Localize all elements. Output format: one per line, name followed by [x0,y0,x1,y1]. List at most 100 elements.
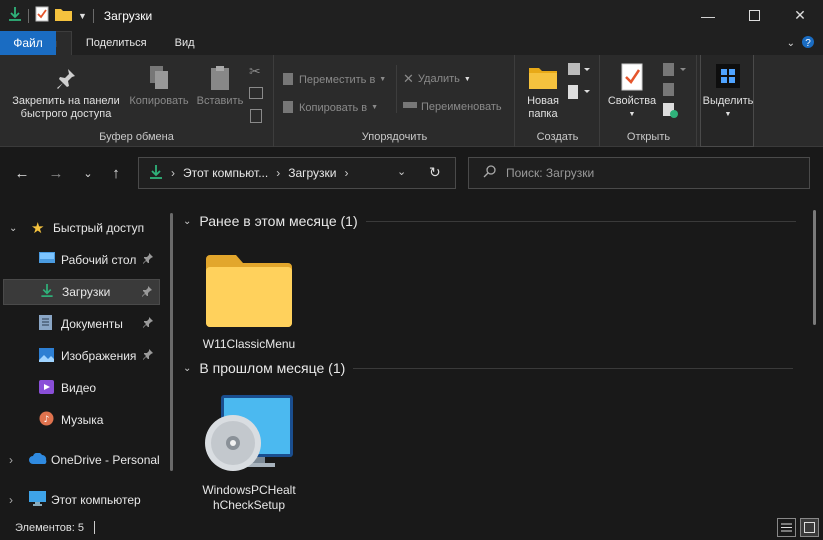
pin-icon[interactable] [142,252,154,267]
breadcrumb-this-pc[interactable]: Этот компьют... [183,166,268,180]
sidebar-item-label: Видео [61,381,97,395]
copy-icon [126,65,192,95]
navigation-bar: ← → ⌄ ↑ › Этот компьют... › Загрузки › ⌄… [0,148,823,198]
file-item[interactable]: W11ClassicMenu [199,247,299,352]
group-header[interactable]: ⌄ В прошлом месяце (1) [183,360,794,376]
back-button[interactable]: ← [12,163,32,183]
minimize-button[interactable]: — [685,0,731,31]
copy-button[interactable]: Копировать [126,65,192,108]
copy-to-button[interactable]: Копировать в ▼ [283,99,378,116]
address-bar[interactable]: › Этот компьют... › Загрузки › ⌄ ↻ [138,157,456,189]
pin-quick-access-button[interactable]: Закрепить на панели быстрого доступа [6,67,126,121]
new-folder-button[interactable]: Новая папка [520,65,566,121]
file-name: WindowsPCHealt hCheckSetup [199,483,299,513]
ribbon-controls: ⌄ ? [787,31,823,55]
group-header-label: Ранее в этом месяце (1) [199,213,358,229]
tab-file[interactable]: Файл [0,31,56,55]
sidebar-item-music[interactable]: ♪ Музыка [3,407,160,433]
sidebar-item-videos[interactable]: Видео [3,375,160,401]
search-box[interactable]: Поиск: Загрузки [468,157,810,189]
sidebar-item-documents[interactable]: Документы [3,311,160,337]
quick-access-toolbar: ▼ Загрузки [0,0,152,31]
move-to-icon [283,71,295,88]
group-header[interactable]: ⌄ Ранее в этом месяце (1) [183,213,796,229]
rename-button[interactable]: Переименовать [403,99,502,114]
sidebar-item-label: Загрузки [62,285,111,299]
up-button[interactable]: ↑ [106,163,126,183]
properties-icon[interactable] [35,6,49,25]
easy-access-icon[interactable] [568,85,590,104]
open-icon[interactable] [663,63,687,80]
large-icons-view-button[interactable] [800,518,819,537]
create-group: Новая папка Создать [516,55,600,147]
pin-label: Закрепить на панели [12,95,120,107]
forward-button[interactable]: → [46,163,66,183]
chevron-down-icon[interactable]: ▼ [78,11,87,21]
sidebar-item-label: Рабочий стол [61,253,137,267]
refresh-button[interactable]: ↻ [429,164,441,181]
sidebar-item-quick-access[interactable]: ⌄ ★ Быстрый доступ [3,215,160,241]
sidebar-item-downloads[interactable]: Загрузки [3,279,160,305]
pin-icon[interactable] [142,348,154,363]
tab-share[interactable]: Поделиться [72,31,161,55]
move-to-button[interactable]: Переместить в ▼ [283,71,386,88]
onedrive-icon [29,452,51,468]
maximize-button[interactable] [731,0,777,31]
paste-icon [192,65,248,95]
tab-view[interactable]: Вид [161,31,209,55]
download-icon [8,6,22,25]
details-view-button[interactable] [777,518,796,537]
edit-icon[interactable] [663,83,675,100]
pin-label: быстрого доступа [20,108,112,120]
new-item-icon[interactable] [568,63,590,80]
content-scrollbar[interactable] [813,210,816,325]
paste-shortcut-icon[interactable] [250,109,262,126]
copy-path-icon[interactable] [249,87,263,102]
chevron-down-icon[interactable]: ⌄ [787,38,795,49]
recent-locations-button[interactable]: ⌄ [78,163,98,183]
help-icon[interactable]: ? [801,35,815,52]
chevron-down-icon[interactable]: ⌄ [183,216,191,227]
chevron-right-icon[interactable]: › [9,453,25,467]
new-folder-icon[interactable] [55,7,72,24]
paste-button[interactable]: Вставить [192,65,248,108]
ribbon-tabs: Файл Главная Поделиться Вид ⌄ ? [0,31,823,55]
chevron-down-icon[interactable]: ⌄ [9,223,25,234]
delete-button[interactable]: ✕ Удалить ▼ [403,71,471,87]
videos-icon [39,379,61,397]
paste-label: Вставить [196,95,244,107]
breadcrumb-downloads[interactable]: Загрузки [288,166,336,180]
star-icon: ★ [31,220,45,237]
sidebar-item-onedrive[interactable]: › OneDrive - Personal [3,447,171,473]
close-button[interactable]: ✕ [777,0,823,31]
separator [28,8,29,23]
select-button[interactable]: Выделить ▼ [701,63,755,121]
search-input[interactable]: Поиск: Загрузки [506,166,594,180]
breadcrumb-separator: › [276,166,281,180]
item-count: Элементов: 5 [15,521,84,534]
divider [353,367,794,369]
file-name-line: hCheckSetup [212,498,286,512]
pictures-icon [39,347,61,365]
sidebar-item-label: Быстрый доступ [53,221,145,235]
move-to-label: Переместить в [299,73,376,86]
sidebar-item-this-pc[interactable]: › Этот компьютер [3,487,160,513]
file-item[interactable]: WindowsPCHealt hCheckSetup [199,393,299,513]
history-icon[interactable] [663,103,679,122]
sidebar-item-pictures[interactable]: Изображения [3,343,160,369]
sidebar-scrollbar[interactable] [170,213,173,471]
pin-icon[interactable] [141,285,153,300]
properties-button[interactable]: Свойства ▼ [603,63,661,121]
properties-icon [603,63,661,95]
chevron-down-icon[interactable]: ⌄ [183,363,191,374]
pin-icon[interactable] [142,316,154,331]
chevron-down-icon: ▼ [628,111,636,118]
sidebar-item-desktop[interactable]: Рабочий стол [3,247,160,273]
svg-text:♪: ♪ [44,415,50,425]
select-all-icon [701,63,755,95]
chevron-right-icon[interactable]: › [9,493,25,507]
divider [396,65,397,113]
this-pc-icon [29,491,51,509]
cut-icon[interactable]: ✂ [249,63,261,80]
address-dropdown-button[interactable]: ⌄ [397,165,406,178]
